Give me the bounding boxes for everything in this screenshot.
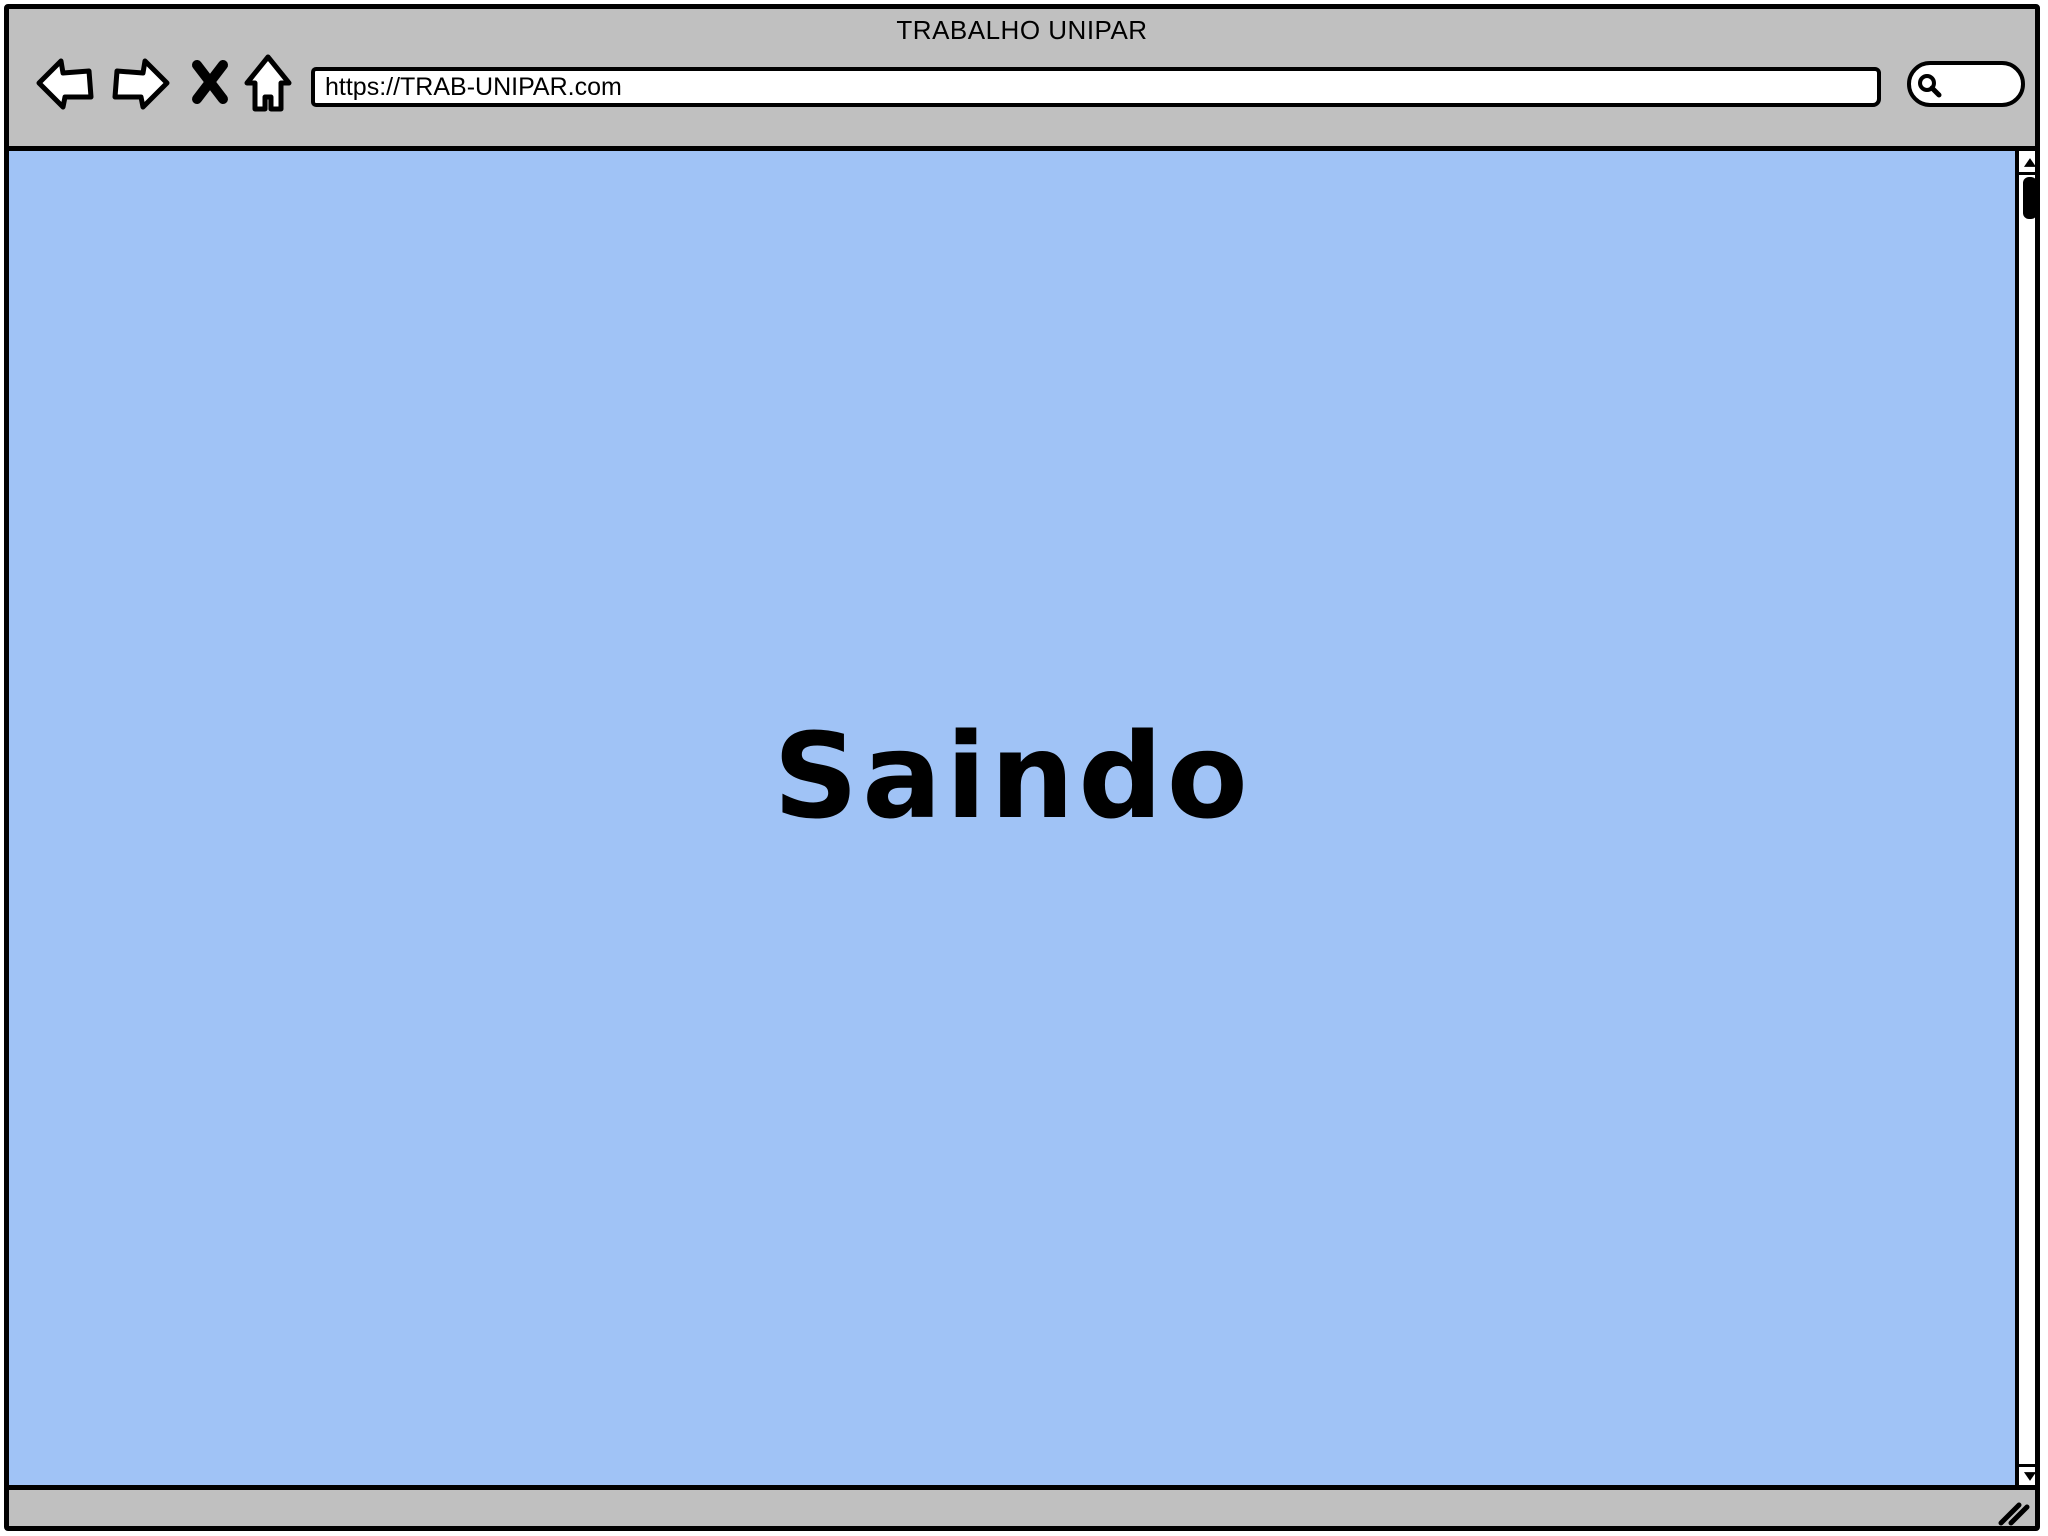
vertical-scrollbar[interactable] (2015, 151, 2035, 1488)
browser-window: TRABALHO UNIPAR https://TRAB-UNIPAR.com … (4, 4, 2040, 1531)
search-icon (1918, 74, 1942, 98)
close-icon (192, 60, 228, 104)
page-heading: Saindo (773, 706, 1252, 845)
home-button[interactable] (243, 53, 293, 113)
scroll-thumb[interactable] (2023, 177, 2035, 219)
url-input[interactable]: https://TRAB-UNIPAR.com (311, 67, 1881, 107)
page-content: Saindo (9, 151, 2016, 1488)
arrow-right-icon (112, 58, 170, 110)
search-input[interactable] (1907, 61, 2025, 107)
resize-grip[interactable] (1997, 1497, 2031, 1526)
triangle-up-icon (2023, 158, 2035, 167)
forward-button[interactable] (109, 53, 171, 113)
scroll-up-button[interactable] (2019, 153, 2035, 175)
browser-toolbar: TRABALHO UNIPAR https://TRAB-UNIPAR.com (9, 9, 2035, 151)
triangle-down-icon (2023, 1472, 2035, 1481)
status-bar (9, 1485, 2035, 1526)
window-title: TRABALHO UNIPAR (896, 15, 1148, 45)
back-button[interactable] (35, 53, 97, 113)
home-icon (244, 54, 292, 112)
arrow-left-icon (36, 58, 94, 110)
stop-button[interactable] (187, 53, 233, 113)
resize-grip-icon (1998, 1502, 2030, 1526)
scroll-down-button[interactable] (2019, 1464, 2035, 1486)
